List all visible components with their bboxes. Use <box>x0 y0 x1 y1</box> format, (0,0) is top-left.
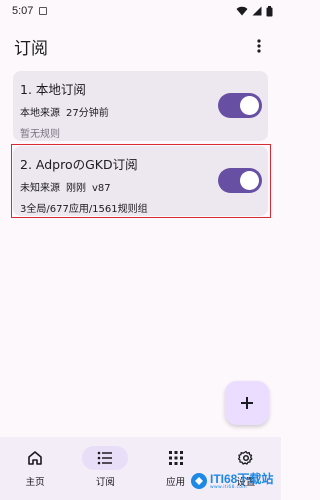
subscription-updated: 27分钟前 <box>66 108 109 119</box>
subscription-updated: 刚刚 <box>66 183 86 194</box>
subscription-source: 本地来源 <box>20 108 60 119</box>
more-vert-icon <box>257 39 261 53</box>
subscription-card[interactable]: 1. 本地订阅 本地来源 27分钟前 暂无规则 <box>13 71 268 141</box>
nav-label: 主页 <box>25 477 45 488</box>
subscription-source: 未知来源 <box>20 183 60 194</box>
signal-icon <box>252 6 262 16</box>
nav-settings[interactable]: 设置 <box>211 437 281 500</box>
nav-home[interactable]: 主页 <box>0 437 70 500</box>
status-time: 5:07 <box>12 5 34 17</box>
subscription-detail: 暂无规则 <box>20 129 60 140</box>
nav-indicator <box>153 446 199 470</box>
status-bar: 5:07 <box>0 0 281 22</box>
grid-icon <box>168 451 183 465</box>
nav-indicator <box>82 446 129 470</box>
subscription-card[interactable]: 2. AdproのGKD订阅 未知来源 刚刚 v87 3全局/677应用/1561规… <box>13 146 268 216</box>
add-subscription-button[interactable] <box>225 381 269 425</box>
subscription-detail: 3全局/677应用/1561规则组 <box>20 204 148 215</box>
plus-icon <box>241 397 253 409</box>
nav-label: 订阅 <box>95 477 115 488</box>
subscription-toggle[interactable] <box>218 168 262 193</box>
nav-apps[interactable]: 应用 <box>141 437 211 500</box>
more-options-button[interactable] <box>251 36 267 56</box>
wifi-icon <box>236 6 248 16</box>
subscription-version: v87 <box>92 183 111 194</box>
list-icon <box>98 451 113 465</box>
nav-indicator <box>223 446 269 470</box>
app-bar: 订阅 <box>0 30 281 62</box>
gear-icon <box>237 450 253 465</box>
subscription-toggle[interactable] <box>218 93 262 118</box>
notification-icon <box>39 7 48 15</box>
battery-icon <box>266 5 273 16</box>
home-icon <box>28 451 42 465</box>
nav-label: 应用 <box>166 477 186 488</box>
status-icons <box>236 5 273 17</box>
nav-indicator <box>12 446 58 470</box>
toggle-knob <box>240 171 259 190</box>
toggle-knob <box>240 96 259 115</box>
nav-label: 设置 <box>236 477 256 488</box>
page-title: 订阅 <box>14 38 48 59</box>
nav-subscriptions[interactable]: 订阅 <box>70 437 140 500</box>
bottom-navigation: 主页 订阅 应用 设置 <box>0 437 281 500</box>
